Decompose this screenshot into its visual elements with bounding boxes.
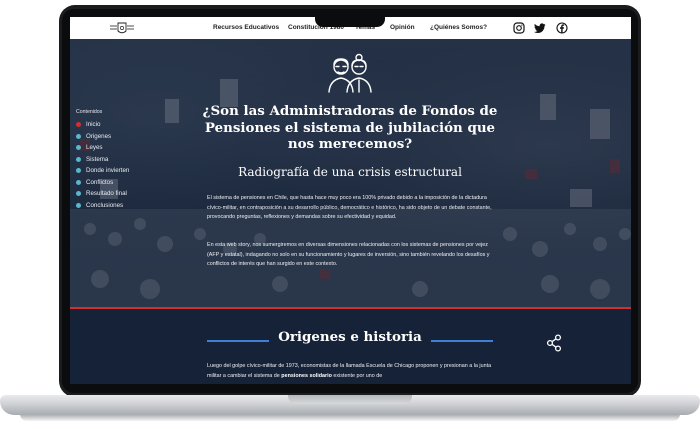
- toc-bullet-active-icon: [76, 122, 81, 128]
- twitter-icon[interactable]: [534, 22, 546, 34]
- toc-item-origenes[interactable]: Origenes: [76, 131, 129, 143]
- nav-link-opinion[interactable]: Opinión: [390, 24, 415, 31]
- nav-link-recursos[interactable]: Recursos Educativos: [213, 24, 279, 31]
- share-icon[interactable]: [546, 334, 562, 352]
- instagram-icon[interactable]: [513, 22, 525, 34]
- page-subtitle: Radiografía de una crisis estructural: [238, 165, 462, 179]
- nav-link-quienes-somos[interactable]: ¿Quiénes Somos?: [430, 24, 487, 31]
- base-shadow: [20, 414, 680, 421]
- toc-item-donde-invierten[interactable]: Donde invierten: [76, 165, 129, 177]
- title-rule-left: [207, 340, 269, 342]
- toc-bullet-icon: [76, 133, 81, 139]
- toc-item-conflictos[interactable]: Conflictos: [76, 177, 129, 189]
- toc-title: Contenidos: [76, 109, 103, 115]
- toc-item-leyes[interactable]: Leyes: [76, 142, 129, 154]
- elderly-couple-icon: [328, 53, 372, 93]
- toc-item-resultado-final[interactable]: Resultado final: [76, 188, 129, 200]
- toc-bullet-icon: [76, 191, 81, 197]
- intro-paragraph-2: En esta web story, nos sumergiremos en d…: [207, 242, 490, 268]
- facebook-icon[interactable]: [556, 22, 568, 34]
- table-of-contents: Contenidos Inicio Origenes Leyes Sistema…: [76, 109, 129, 211]
- toc-bullet-icon: [76, 179, 81, 185]
- base-thumb-notch: [288, 395, 412, 404]
- page-title: ¿Son las Administradoras de Fondos de Pe…: [202, 103, 498, 152]
- toc-bullet-icon: [76, 145, 81, 151]
- c80-logo[interactable]: [110, 21, 134, 35]
- section-paragraph: Luego del golpe cívico-militar de 1973, …: [207, 363, 492, 379]
- toc-bullet-icon: [76, 202, 81, 208]
- website-screen: Recursos Educativos Constitución 1980 Te…: [70, 17, 631, 384]
- intro-paragraph-1: El sistema de pensiones en Chile, que ha…: [207, 195, 492, 221]
- toc-item-inicio[interactable]: Inicio: [76, 119, 129, 131]
- section-title: Origenes e historia: [278, 329, 422, 345]
- camera-notch: [315, 13, 385, 27]
- toc-item-conclusiones[interactable]: Conclusiones: [76, 200, 129, 212]
- toc-item-sistema[interactable]: Sistema: [76, 154, 129, 166]
- title-rule-right: [431, 340, 493, 342]
- bold-term: pensiones solidario: [281, 373, 332, 379]
- toc-bullet-icon: [76, 168, 81, 174]
- laptop-base: [0, 395, 700, 429]
- toc-bullet-icon: [76, 156, 81, 162]
